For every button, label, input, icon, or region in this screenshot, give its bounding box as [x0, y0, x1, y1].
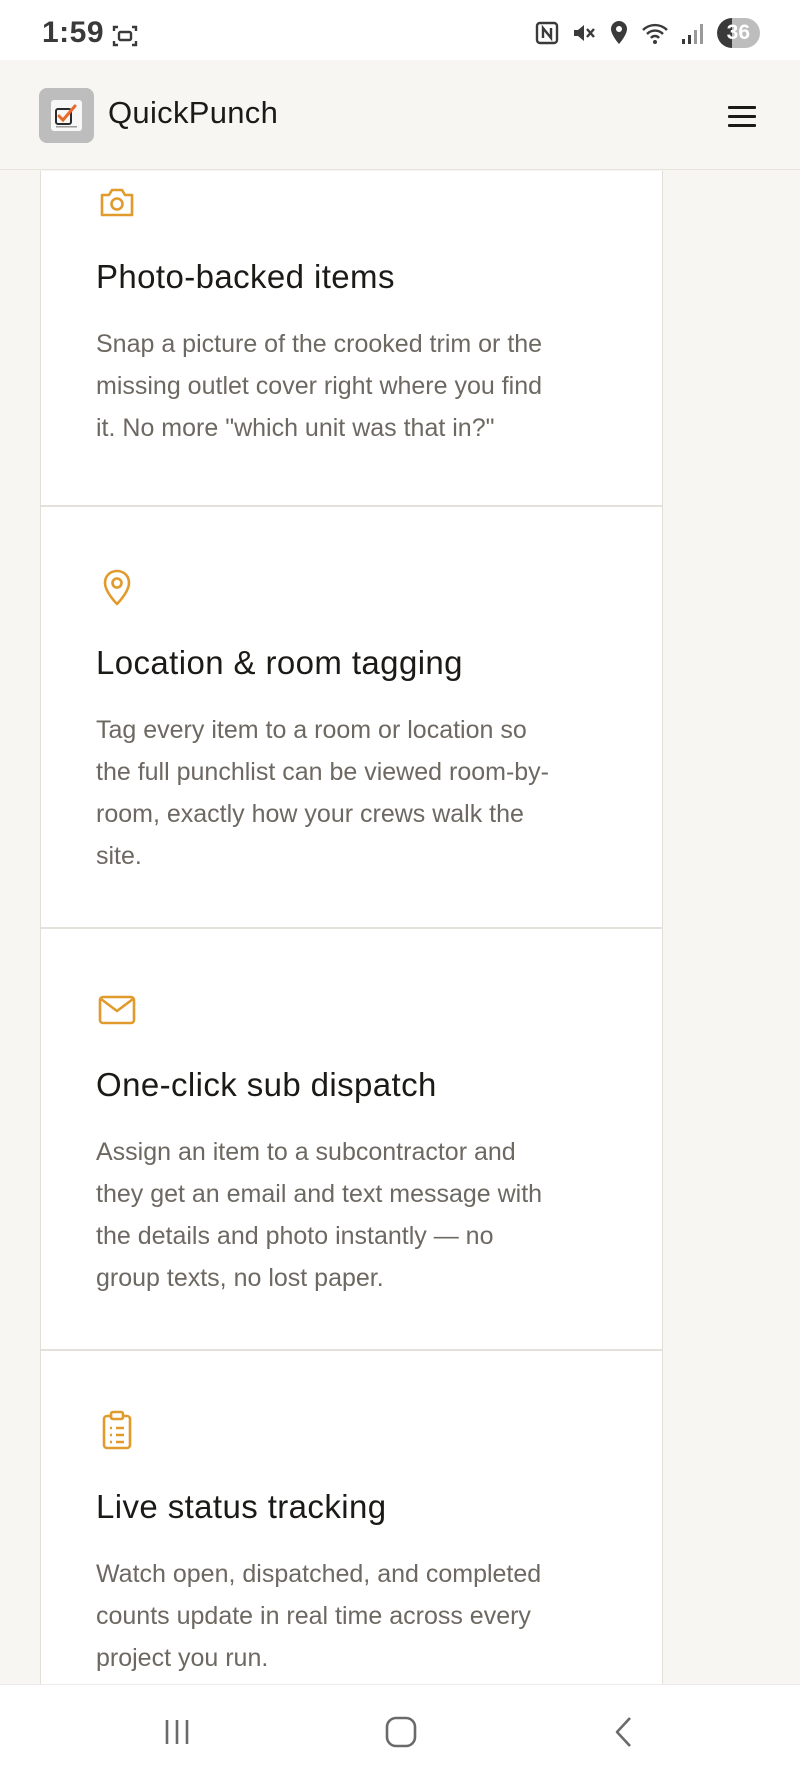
feature-description: Watch open, dispatched, and completed co…: [96, 1553, 626, 1679]
status-icons: 36: [535, 18, 760, 48]
description-line: the details and photo instantly — no: [96, 1222, 494, 1250]
signal-icon: [681, 21, 705, 45]
description-line: it. No more "which unit was that in?": [96, 414, 495, 442]
camera-icon: [96, 182, 138, 224]
hamburger-line: [728, 115, 756, 118]
mute-icon: [571, 21, 597, 45]
feature-title: Live status tracking: [96, 1488, 387, 1525]
description-line: counts update in real time across every: [96, 1602, 531, 1630]
description-line: Assign an item to a subcontractor and: [96, 1138, 516, 1166]
feature-card-location-room-tagging: Location & room tagging Tag every item t…: [41, 507, 662, 929]
feature-card-one-click-sub-dispatch: One-click sub dispatch Assign an item to…: [41, 929, 662, 1351]
description-line: project you run.: [96, 1644, 269, 1672]
mail-icon: [96, 989, 138, 1031]
brand-name[interactable]: QuickPunch: [108, 95, 278, 131]
feature-description: Tag every item to a room or location so …: [96, 709, 626, 877]
back-icon: [615, 1717, 631, 1747]
recents-icon: [165, 1720, 189, 1744]
home-button[interactable]: [376, 1707, 426, 1757]
feature-card-photo-backed-items: Photo-backed items Snap a picture of the…: [41, 171, 662, 507]
hamburger-menu-icon: [728, 106, 756, 109]
hamburger-menu-button[interactable]: [724, 100, 760, 136]
map-pin-icon: [96, 567, 138, 609]
battery-level: 36: [726, 21, 750, 44]
feature-title: Photo-backed items: [96, 258, 395, 295]
feature-card-list: Photo-backed items Snap a picture of the…: [40, 171, 663, 1684]
description-line: site.: [96, 842, 142, 870]
description-line: they get an email and text message with: [96, 1180, 543, 1208]
description-line: group texts, no lost paper.: [96, 1264, 384, 1292]
quickpunch-logo-icon[interactable]: [39, 88, 94, 143]
feature-card-live-status-tracking: Live status tracking Watch open, dispatc…: [41, 1351, 662, 1684]
feature-description: Snap a picture of the crooked trim or th…: [96, 323, 626, 449]
status-time: 1:59: [42, 16, 105, 49]
description-line: missing outlet cover right where you fin…: [96, 372, 543, 400]
nfc-icon: [535, 21, 559, 45]
features-section: Photo-backed items Snap a picture of the…: [0, 171, 800, 1684]
screenshot-icon: [112, 24, 138, 48]
description-line: the full punchlist can be viewed room-by…: [96, 758, 550, 786]
status-bar: 1:59 36: [0, 0, 800, 60]
description-line: Tag every item to a room or location so: [96, 716, 527, 744]
feature-title: One-click sub dispatch: [96, 1066, 437, 1103]
description-line: room, exactly how your crews walk the: [96, 800, 524, 828]
back-button[interactable]: [600, 1707, 650, 1757]
wifi-icon: [641, 21, 669, 45]
feature-title: Location & room tagging: [96, 644, 463, 681]
hamburger-line: [728, 124, 756, 127]
description-line: Watch open, dispatched, and completed: [96, 1560, 542, 1588]
feature-description: Assign an item to a subcontractor and th…: [96, 1131, 626, 1299]
battery-icon: 36: [716, 18, 760, 48]
app-header: QuickPunch: [0, 60, 800, 170]
system-nav-bar: [0, 1684, 800, 1778]
location-icon: [609, 20, 629, 46]
recents-button[interactable]: [152, 1707, 202, 1757]
clipboard-list-icon: [96, 1409, 138, 1451]
home-icon: [385, 1716, 417, 1748]
description-line: Snap a picture of the crooked trim or th…: [96, 330, 543, 358]
